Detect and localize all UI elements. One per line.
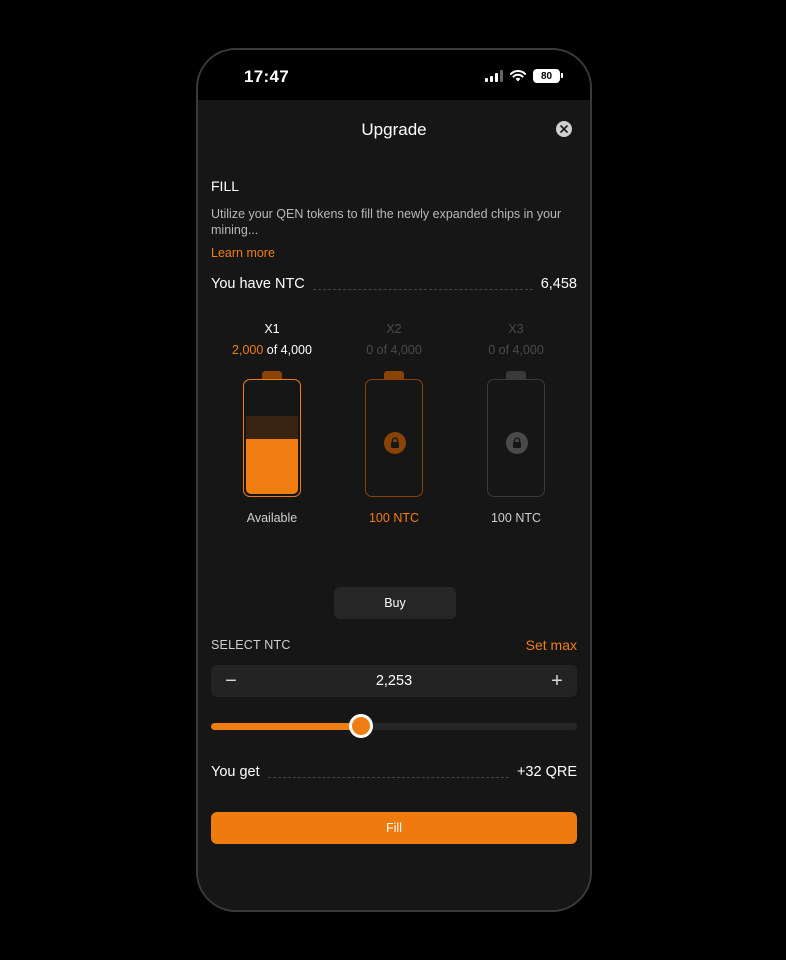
status-bar: 17:47 80 (198, 50, 590, 100)
battery-body (487, 379, 545, 497)
chip-x3[interactable]: X3 0 of 4,000 100 NTC (455, 322, 577, 525)
chip-multiplier: X2 (386, 322, 402, 336)
fill-button[interactable]: Fill (211, 812, 577, 844)
fill-description: Utilize your QEN tokens to fill the newl… (211, 207, 562, 237)
battery-cap (506, 371, 526, 379)
battery-gauge (487, 371, 545, 497)
chip-multiplier: X3 (508, 322, 524, 336)
chip-x1[interactable]: X1 2,000 of 4,000 Available (211, 322, 333, 525)
upgrade-sheet: Upgrade FILL Utilize your QEN tokens to … (198, 100, 590, 910)
ntc-slider[interactable] (211, 714, 577, 738)
battery-body (365, 379, 423, 497)
battery-cap (384, 371, 404, 379)
chip-caption: 100 NTC (368, 511, 420, 525)
chip-caption: Available (246, 511, 298, 525)
wifi-icon (510, 70, 526, 82)
fill-section-label: FILL (211, 178, 240, 194)
result-label: You get (211, 764, 260, 780)
battery-gauge (365, 371, 423, 497)
ntc-stepper: − 2,253 + (211, 665, 577, 697)
status-time: 17:47 (244, 67, 289, 86)
balance-label: You have NTC (211, 276, 305, 292)
chip-multiplier: X1 (264, 322, 280, 336)
result-value: +32 QRE (516, 764, 577, 780)
chip-caption: 100 NTC (490, 511, 542, 525)
balance-row: You have NTC 6,458 (211, 276, 577, 292)
chip-count: 0 of 4,000 (366, 343, 422, 357)
battery-pending-fill (246, 416, 298, 440)
chip-x2[interactable]: X2 0 of 4,000 100 NTC (333, 322, 455, 525)
buy-button[interactable]: Buy (334, 587, 456, 619)
lock-icon (506, 432, 528, 454)
chip-count: 2,000 of 4,000 (211, 343, 333, 359)
slider-fill (211, 723, 362, 730)
select-ntc-label: SELECT NTC (211, 638, 291, 652)
battery-icon: 80 (533, 69, 563, 83)
slider-thumb[interactable] (349, 714, 374, 738)
battery-level-fill (246, 439, 298, 494)
chip-options: X1 2,000 of 4,000 Available X2 0 of 4,00… (211, 322, 577, 532)
battery-gauge (243, 371, 301, 497)
close-button[interactable] (556, 121, 572, 137)
increment-button[interactable]: + (549, 671, 565, 691)
lock-icon (384, 432, 406, 454)
close-icon (560, 125, 568, 133)
balance-value: 6,458 (540, 276, 577, 292)
dotted-leader (267, 776, 509, 778)
learn-more-link[interactable]: Learn more (211, 246, 275, 260)
status-icons: 80 (485, 69, 563, 83)
battery-cap (262, 371, 282, 379)
set-max-button[interactable]: Set max (526, 637, 577, 653)
signal-icon (485, 70, 503, 82)
chip-filled: 2,000 (232, 343, 264, 357)
sheet-title: Upgrade (361, 120, 427, 139)
result-row: You get +32 QRE (211, 764, 577, 780)
battery-body (243, 379, 301, 497)
decrement-button[interactable]: − (223, 671, 239, 691)
chip-count: 0 of 4,000 (488, 343, 544, 357)
dotted-leader (312, 288, 533, 290)
stepper-value[interactable]: 2,253 (376, 673, 412, 689)
chip-capacity: of 4,000 (266, 343, 312, 357)
phone-frame: 17:47 80 Upgrade FILL Utilize your QEN t (196, 48, 592, 912)
